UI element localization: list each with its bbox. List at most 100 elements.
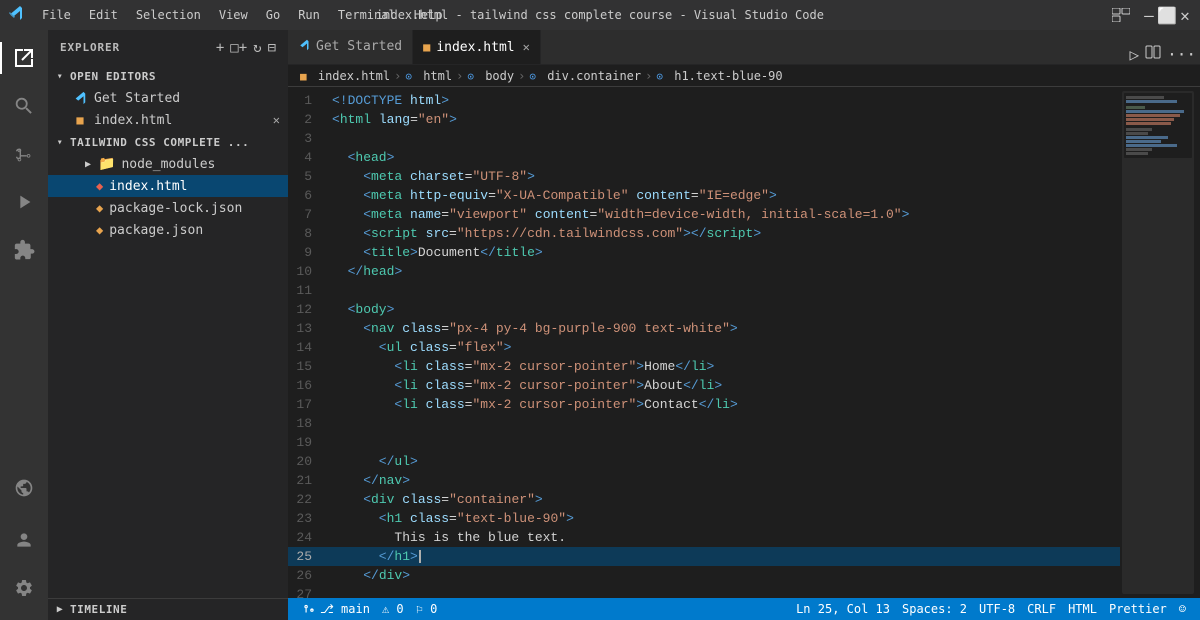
split-editor-icon[interactable] <box>1145 44 1161 64</box>
menu-edit[interactable]: Edit <box>81 6 126 24</box>
code-line-2: 2<html lang="en"> <box>288 110 1120 129</box>
open-editor-index-html[interactable]: ■ index.html ✕ <box>48 109 288 131</box>
line-content-9[interactable]: <title>Document</title> <box>328 243 1120 262</box>
tab-close-icon[interactable]: ✕ <box>523 40 530 54</box>
code-line-7: 7 <meta name="viewport" content="width=d… <box>288 205 1120 224</box>
line-content-2[interactable]: <html lang="en"> <box>328 110 1120 129</box>
code-line-26: 26 </div> <box>288 566 1120 585</box>
line-content-20[interactable]: </ul> <box>328 452 1120 471</box>
status-line-col[interactable]: Ln 25, Col 13 <box>790 602 896 616</box>
line-content-13[interactable]: <nav class="px-4 py-4 bg-purple-900 text… <box>328 319 1120 338</box>
index-html-tree-item[interactable]: ◆ index.html <box>48 175 288 197</box>
extensions-activity-button[interactable] <box>0 226 48 274</box>
menu-run[interactable]: Run <box>290 6 328 24</box>
line-content-15[interactable]: <li class="mx-2 cursor-pointer">Home</li… <box>328 357 1120 376</box>
tab-index-html[interactable]: ■ index.html ✕ <box>413 30 541 64</box>
line-content-3[interactable] <box>328 129 1120 148</box>
status-errors[interactable]: ⚠ 0 <box>376 598 410 620</box>
status-formatter[interactable]: Prettier <box>1103 602 1173 616</box>
line-content-22[interactable]: <div class="container"> <box>328 490 1120 509</box>
accounts-activity-button[interactable] <box>0 516 48 564</box>
line-content-17[interactable]: <li class="mx-2 cursor-pointer">Contact<… <box>328 395 1120 414</box>
code-line-13: 13 <nav class="px-4 py-4 bg-purple-900 t… <box>288 319 1120 338</box>
refresh-icon[interactable]: ↻ <box>253 40 261 56</box>
code-editor[interactable]: 1<!DOCTYPE html>2<html lang="en">3 4 <he… <box>288 87 1120 598</box>
open-editors-arrow: ▾ <box>52 68 68 84</box>
maximize-button[interactable]: ⬜ <box>1160 8 1174 22</box>
status-language[interactable]: HTML <box>1062 602 1103 616</box>
breadcrumb-sep-3: › <box>518 69 525 83</box>
close-button[interactable]: ✕ <box>1178 8 1192 22</box>
line-number-1: 1 <box>288 91 328 110</box>
search-activity-button[interactable] <box>0 82 48 130</box>
status-encoding[interactable]: UTF-8 <box>973 602 1021 616</box>
run-code-icon[interactable]: ▷ <box>1129 45 1139 64</box>
line-content-11[interactable] <box>328 281 1120 300</box>
error-count: ⚠ 0 <box>382 602 404 616</box>
line-content-23[interactable]: <h1 class="text-blue-90"> <box>328 509 1120 528</box>
breadcrumb-file-icon: ■ <box>300 70 307 83</box>
menu-go[interactable]: Go <box>258 6 288 24</box>
explorer-activity-button[interactable] <box>0 34 48 82</box>
line-content-12[interactable]: <body> <box>328 300 1120 319</box>
code-line-18: 18 <box>288 414 1120 433</box>
breadcrumb-html[interactable]: ⊙ html <box>405 69 452 83</box>
menu-selection[interactable]: Selection <box>128 6 209 24</box>
status-feedback[interactable]: ☺ <box>1173 602 1192 616</box>
line-content-1[interactable]: <!DOCTYPE html> <box>328 91 1120 110</box>
line-content-8[interactable]: <script src="https://cdn.tailwindcss.com… <box>328 224 1120 243</box>
line-content-24[interactable]: This is the blue text. <box>328 528 1120 547</box>
breadcrumb-file[interactable]: ■ index.html <box>300 69 390 83</box>
index-html-tree-label: index.html <box>109 179 187 194</box>
minimize-button[interactable]: — <box>1142 8 1156 22</box>
line-content-16[interactable]: <li class="mx-2 cursor-pointer">About</l… <box>328 376 1120 395</box>
breadcrumb-html-label: html <box>423 69 452 83</box>
source-control-activity-button[interactable] <box>0 130 48 178</box>
line-content-21[interactable]: </nav> <box>328 471 1120 490</box>
breadcrumb-body[interactable]: ⊙ body <box>467 69 514 83</box>
package-lock-json-tree-item[interactable]: ◆ package-lock.json <box>48 197 288 219</box>
line-content-26[interactable]: </div> <box>328 566 1120 585</box>
tab-get-started[interactable]: Get Started <box>288 30 413 64</box>
line-content-14[interactable]: <ul class="flex"> <box>328 338 1120 357</box>
line-content-5[interactable]: <meta charset="UTF-8"> <box>328 167 1120 186</box>
file-tree-header[interactable]: ▾ TAILWIND CSS COMPLETE ... <box>48 131 288 153</box>
status-branch[interactable]: ⎇ main <box>296 598 376 620</box>
line-content-27[interactable] <box>328 585 1120 598</box>
line-number-5: 5 <box>288 167 328 186</box>
breadcrumb-div[interactable]: ⊙ div.container <box>529 69 641 83</box>
breadcrumb-h1[interactable]: ⊙ h1.text-blue-90 <box>656 69 782 83</box>
breadcrumb-h1-label: h1.text-blue-90 <box>674 69 782 83</box>
line-content-6[interactable]: <meta http-equiv="X-UA-Compatible" conte… <box>328 186 1120 205</box>
title-bar: File Edit Selection View Go Run Terminal… <box>0 0 1200 30</box>
breadcrumb-h1-icon: ⊙ <box>656 70 663 83</box>
open-editor-get-started[interactable]: Get Started <box>48 87 288 109</box>
new-file-icon[interactable]: + <box>216 40 224 56</box>
title-bar-right: — ⬜ ✕ <box>1112 8 1192 22</box>
status-warnings[interactable]: ⚐ 0 <box>410 598 444 620</box>
status-spaces[interactable]: Spaces: 2 <box>896 602 973 616</box>
line-content-7[interactable]: <meta name="viewport" content="width=dev… <box>328 205 1120 224</box>
status-eol[interactable]: CRLF <box>1021 602 1062 616</box>
collapse-all-icon[interactable]: ⊟ <box>268 40 276 56</box>
activity-bar-bottom <box>0 464 48 620</box>
line-content-10[interactable]: </head> <box>328 262 1120 281</box>
timeline-section[interactable]: ▶ TIMELINE <box>48 598 288 620</box>
settings-activity-button[interactable] <box>0 564 48 612</box>
remote-activity-button[interactable] <box>0 464 48 512</box>
line-content-4[interactable]: <head> <box>328 148 1120 167</box>
open-editors-header[interactable]: ▾ Open Editors <box>48 65 288 87</box>
new-folder-icon[interactable]: □+ <box>230 40 247 56</box>
menu-view[interactable]: View <box>211 6 256 24</box>
close-index-html-icon[interactable]: ✕ <box>273 113 280 127</box>
line-content-19[interactable] <box>328 433 1120 452</box>
node-modules-folder[interactable]: ▶ 📁 node_modules <box>48 153 288 175</box>
line-content-18[interactable] <box>328 414 1120 433</box>
run-debug-activity-button[interactable] <box>0 178 48 226</box>
code-line-14: 14 <ul class="flex"> <box>288 338 1120 357</box>
line-content-25[interactable]: </h1> <box>328 547 1120 566</box>
menu-file[interactable]: File <box>34 6 79 24</box>
breadcrumb-file-label: index.html <box>318 69 390 83</box>
package-json-tree-item[interactable]: ◆ package.json <box>48 219 288 241</box>
more-actions-icon[interactable]: ··· <box>1167 45 1196 64</box>
